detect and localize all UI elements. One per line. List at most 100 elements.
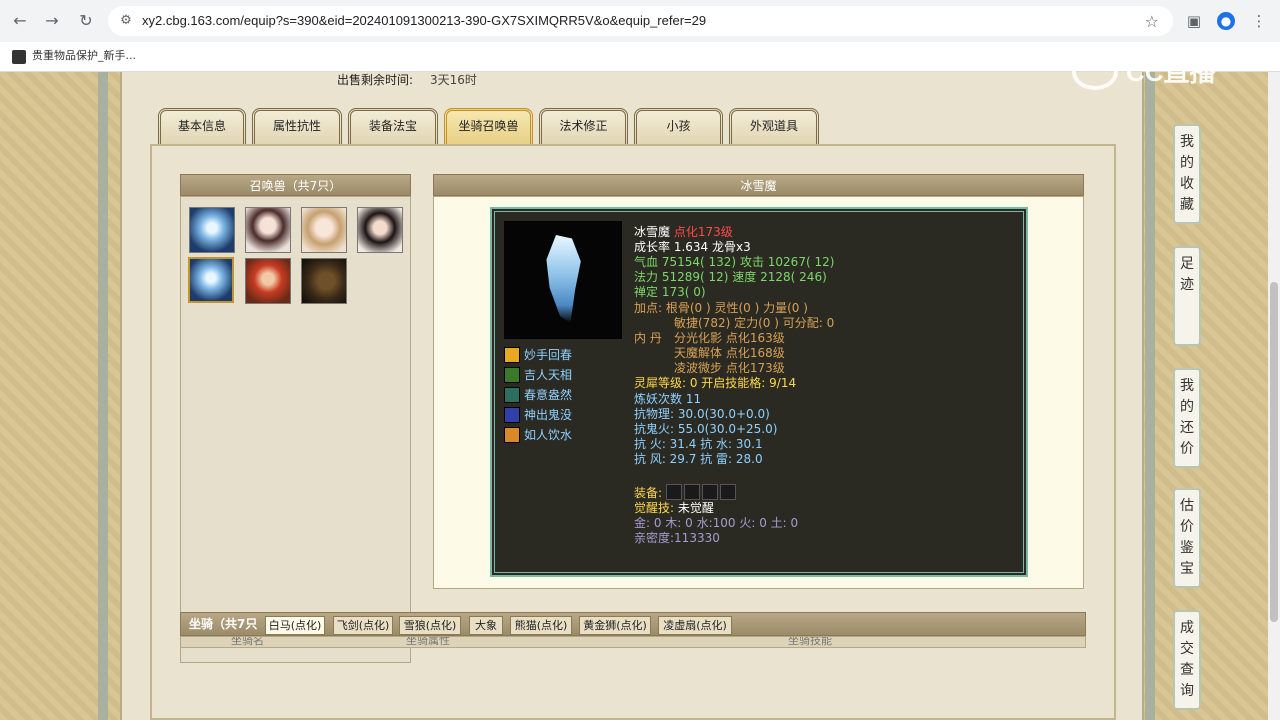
- page-scrollbar[interactable]: [1268, 72, 1280, 720]
- summon-name: 冰雪魔: [634, 225, 671, 239]
- ice-demon-image: [546, 235, 581, 323]
- summon-thumb-6[interactable]: [245, 258, 291, 304]
- tab-appearance-items[interactable]: 外观道具: [729, 108, 819, 144]
- tab-basic-info[interactable]: 基本信息: [158, 108, 246, 144]
- skill-icon: [504, 347, 520, 363]
- mount-tab-void-fan[interactable]: 凌虚扇(点化): [658, 616, 732, 635]
- atk-value: 10267( 12): [767, 255, 835, 269]
- side-button-label: 估价鉴宝: [1180, 498, 1194, 577]
- mount-tab-golden-lion[interactable]: 黄金狮(点化): [579, 616, 651, 635]
- res-fire-water: 抗 火: 31.4 抗 水: 30.1: [634, 437, 763, 451]
- inner-dan-1: 分光化影 点化163级: [674, 331, 785, 345]
- tab-equipment-treasure[interactable]: 装备法宝: [348, 108, 438, 144]
- growth-rate: 成长率 1.634 龙骨x3: [634, 240, 751, 254]
- skill-icon: [504, 367, 520, 383]
- skill-icon: [504, 387, 520, 403]
- forward-arrow-icon[interactable]: →: [42, 11, 62, 31]
- detail-box-title: 冰雪魔: [433, 174, 1084, 196]
- inner-dan-3: 凌波微步 点化173级: [674, 361, 785, 375]
- intimacy-value: 亲密度:113330: [634, 531, 720, 545]
- summon-thumb-ice-demon-selected[interactable]: [188, 257, 234, 303]
- side-button-favorites[interactable]: 我的收藏: [1173, 124, 1201, 224]
- mount-tab-elephant[interactable]: 大象: [469, 616, 503, 635]
- side-button-label: 我的还价: [1180, 378, 1194, 457]
- right-border-strip: [1145, 72, 1155, 720]
- col-mount-skills: 坐骑技能: [788, 636, 832, 647]
- skill-name: 神出鬼没: [524, 408, 573, 422]
- tab-child[interactable]: 小孩: [634, 108, 723, 144]
- awaken-line: 觉醒技: 未觉醒: [634, 501, 714, 516]
- summons-box-title: 召唤兽（共7只）: [180, 174, 411, 196]
- bookmark-item[interactable]: 贵重物品保护_新手...: [32, 42, 136, 70]
- skill-icon: [504, 427, 520, 443]
- equip-label: 装备:: [634, 486, 663, 500]
- summon-name-line: 冰雪魔 点化173级: [634, 225, 733, 240]
- summon-thumb-3[interactable]: [301, 207, 347, 253]
- cc-live-watermark: CC直播: [1072, 52, 1240, 92]
- equip-line: 装备:: [634, 484, 738, 501]
- col-mount-name: 坐骑名: [231, 636, 264, 647]
- inner-dan-label: 内 丹: [634, 331, 662, 345]
- profile-avatar-icon[interactable]: ●: [1217, 12, 1235, 30]
- menu-dots-icon[interactable]: ⋮: [1248, 10, 1270, 32]
- mount-tab-panda[interactable]: 熊猫(点化): [510, 616, 572, 635]
- awaken-label: 觉醒技:: [634, 501, 675, 515]
- equip-slot[interactable]: [701, 484, 718, 500]
- res-wind-thunder: 抗 风: 29.7 抗 雷: 28.0: [634, 452, 763, 466]
- spd-label: 速度: [732, 270, 757, 284]
- mount-tab-white-horse[interactable]: 白马(点化): [265, 616, 325, 635]
- side-button-label: 足迹: [1180, 256, 1194, 293]
- tab-attributes-resistance[interactable]: 属性抗性: [252, 108, 342, 144]
- summon-thumb-2[interactable]: [245, 207, 291, 253]
- mp-value: 51289( 12): [661, 270, 729, 284]
- res-physical: 抗物理: 30.0(30.0+0.0): [634, 407, 770, 421]
- tab-mounts-summons[interactable]: 坐骑召唤兽: [444, 108, 533, 144]
- side-button-label: 我的收藏: [1180, 134, 1194, 213]
- bookmark-favicon-icon: [12, 50, 26, 64]
- mount-tab-flying-sword[interactable]: 飞剑(点化): [333, 616, 393, 635]
- skill-name: 吉人天相: [524, 368, 573, 382]
- browser-toolbar: ← → ↻ ⚙ xy2.cbg.163.com/equip?s=390&eid=…: [0, 0, 1280, 42]
- res-ghost-fire: 抗鬼火: 55.0(30.0+25.0): [634, 422, 778, 436]
- site-settings-icon[interactable]: ⚙: [118, 13, 134, 29]
- sale-time-value: 3天16时: [430, 73, 477, 87]
- sale-time-label: 出售剩余时间:: [337, 73, 414, 87]
- equip-slot[interactable]: [665, 484, 682, 500]
- points-line-1: 加点: 根骨(0 ) 灵性(0 ) 力量(0 ): [634, 301, 808, 315]
- col-mount-attributes: 坐骑属性: [406, 636, 450, 647]
- mounts-table-header: 坐骑名 坐骑属性 坐骑技能: [180, 636, 1086, 648]
- spd-value: 2128( 246): [760, 270, 827, 284]
- scrollbar-thumb[interactable]: [1270, 282, 1278, 622]
- tab-spell-correction[interactable]: 法术修正: [539, 108, 628, 144]
- hp-value: 75154( 132): [661, 255, 737, 269]
- mount-tab-snow-wolf[interactable]: 雪狼(点化): [399, 616, 461, 635]
- element-values: 金: 0 木: 0 水:100 火: 0 土: 0: [634, 516, 799, 530]
- summon-thumb-7[interactable]: [301, 258, 347, 304]
- address-bar[interactable]: ⚙ xy2.cbg.163.com/equip?s=390&eid=202401…: [108, 6, 1173, 36]
- mp-spd-line: 法力 51289( 12) 速度 2128( 246): [634, 270, 827, 285]
- hp-atk-line: 气血 75154( 132) 攻击 10267( 12): [634, 255, 834, 270]
- side-button-footprints[interactable]: 足迹: [1173, 246, 1201, 346]
- summon-portrait: [504, 221, 622, 339]
- summon-thumb-4[interactable]: [357, 207, 403, 253]
- summon-thumb-ice-demon[interactable]: [189, 207, 235, 253]
- mp-label: 法力: [634, 270, 659, 284]
- mounts-header: 坐骑（共7只 白马(点化) 飞剑(点化) 雪狼(点化) 大象 熊猫(点化) 黄金…: [180, 612, 1086, 636]
- reload-icon[interactable]: ↻: [76, 11, 96, 31]
- skill-name: 妙手回春: [524, 348, 573, 362]
- equip-slot[interactable]: [683, 484, 700, 500]
- side-button-transactions[interactable]: 成交查询: [1173, 610, 1201, 710]
- mounts-title: 坐骑（共7只: [189, 617, 258, 631]
- side-button-label: 成交查询: [1180, 620, 1194, 699]
- equip-slot[interactable]: [719, 484, 736, 500]
- side-button-appraisal[interactable]: 估价鉴宝: [1173, 488, 1201, 588]
- side-button-my-offers[interactable]: 我的还价: [1173, 368, 1201, 468]
- url-text[interactable]: xy2.cbg.163.com/equip?s=390&eid=20240109…: [142, 6, 706, 36]
- back-arrow-icon[interactable]: ←: [10, 11, 30, 31]
- refine-count: 炼妖次数 11: [634, 392, 702, 406]
- inner-dan-2: 天魔解体 点化168级: [674, 346, 785, 360]
- bookmark-star-icon[interactable]: ☆: [1145, 12, 1159, 31]
- summon-detail-panel: 妙手回春 吉人天相 春意盎然 神出鬼没 如人饮水 冰雪魔 点化173级 成长率 …: [490, 207, 1028, 577]
- points-line-2: 敏捷(782) 定力(0 ) 可分配: 0: [674, 316, 835, 330]
- side-panel-icon[interactable]: ▣: [1183, 10, 1205, 32]
